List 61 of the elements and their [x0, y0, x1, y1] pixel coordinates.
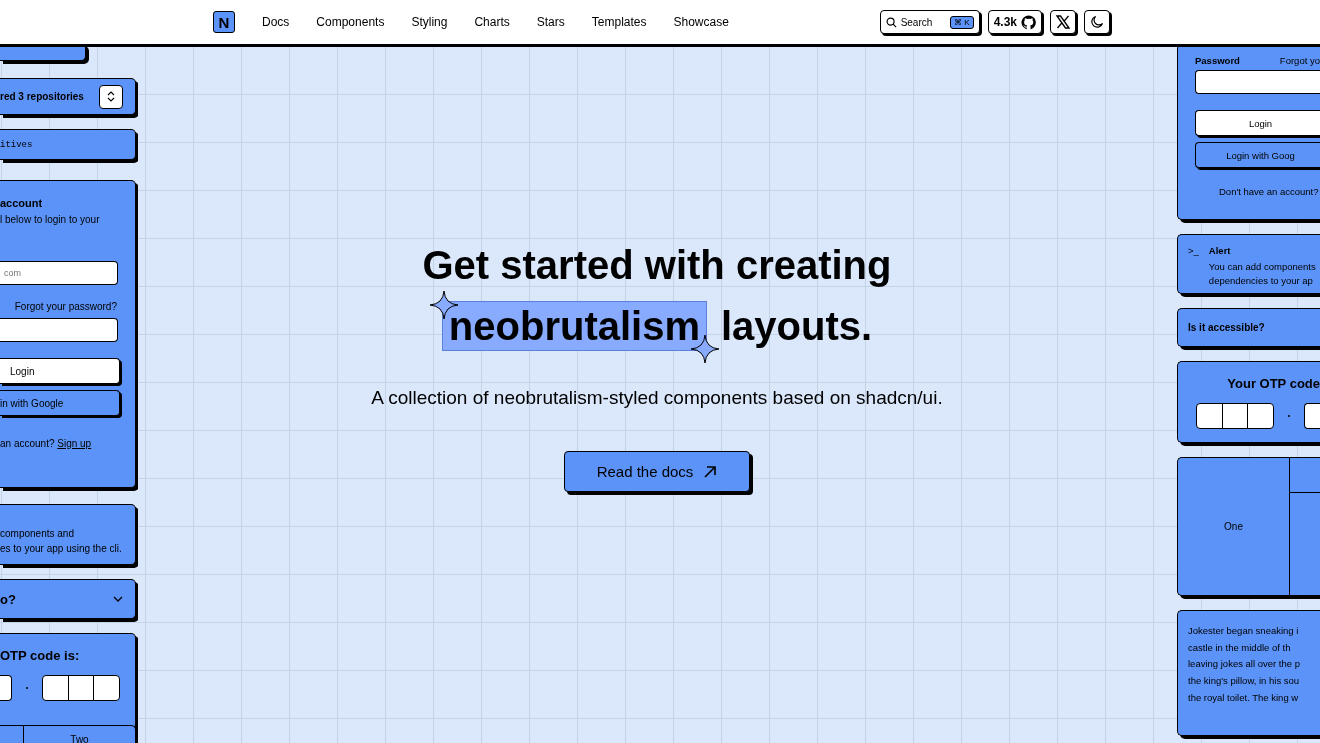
cat-logo-icon	[1021, 14, 1036, 30]
nav-link[interactable]: Charts	[474, 15, 510, 29]
chevron-down-icon	[113, 596, 123, 602]
search-button[interactable]: Search ⌘ K	[879, 10, 980, 34]
login-button[interactable]: Login	[0, 358, 120, 384]
card-title: account	[0, 197, 44, 209]
x-logo-button[interactable]	[1050, 10, 1076, 34]
email-field[interactable]: com	[0, 261, 118, 285]
read-docs-button[interactable]: Read the docs	[564, 451, 750, 492]
collapsible-item: itives	[0, 139, 33, 150]
panel-label: One	[1224, 521, 1243, 532]
nav-link[interactable]: Styling	[411, 15, 448, 29]
password-label: Password	[1195, 55, 1240, 66]
otp-slot[interactable]	[42, 675, 69, 701]
otp-slot[interactable]	[93, 675, 120, 701]
login-button[interactable]: Login	[1195, 110, 1320, 136]
signup-prompt: an account? Sign up	[0, 438, 93, 449]
nav-link[interactable]: Components	[316, 15, 385, 29]
search-label: Search	[900, 16, 933, 28]
nav-link[interactable]: Docs	[262, 15, 290, 29]
story-text: Jokester began sneaking i castle in the middle of th leaving jokes all over the p the king's pillow, in his sou the royal toilet. The king w	[1188, 624, 1300, 705]
password-field[interactable]	[1195, 70, 1320, 94]
otp-title: Your OTP code	[1227, 376, 1320, 391]
alert-text: You can add components dependencies to your ap	[1208, 260, 1316, 288]
google-login-button[interactable]: Login with Goog	[1195, 142, 1320, 168]
card-description: l below to login to your	[0, 214, 101, 227]
accordion-question[interactable]: o?	[0, 591, 16, 607]
shortcut-badge: ⌘ K	[950, 15, 974, 29]
panel-label: Two	[69, 733, 90, 743]
password-field[interactable]	[0, 318, 118, 342]
nav-link[interactable]: Templates	[591, 15, 647, 29]
forgot-password-link[interactable]: Forgot yo	[1279, 55, 1320, 66]
theme-toggle-button[interactable]	[1084, 10, 1110, 34]
otp-slot[interactable]	[1247, 403, 1274, 429]
terminal-prompt: >_	[1188, 245, 1199, 258]
hero-subtitle: A collection of neobrutalism-styled components based on shadcn/ui.	[371, 387, 943, 409]
nav-link[interactable]: Showcase	[673, 15, 729, 29]
forgot-password-link[interactable]: Forgot your password?	[0, 301, 123, 312]
select-label: red 3 repositories	[0, 91, 84, 102]
alert-text: components and es to your app using the cli.	[0, 527, 122, 556]
otp-slot[interactable]	[1304, 403, 1320, 429]
otp-slot[interactable]	[0, 675, 12, 701]
otp-title: OTP code is:	[0, 648, 81, 663]
moon-icon	[1090, 15, 1104, 29]
accordion-question[interactable]: Is it accessible?	[1188, 322, 1265, 333]
hero-title-end: layouts.	[721, 304, 873, 348]
signup-prompt: Don't have an account?	[1218, 186, 1320, 197]
hero-title: Get started with creating	[422, 243, 892, 287]
search-icon	[885, 16, 897, 28]
nav-link[interactable]: Stars	[536, 15, 565, 29]
star-count: 4.3k	[993, 15, 1017, 29]
google-login-button[interactable]: in with Google	[0, 390, 120, 416]
alert-title: Alert	[1208, 245, 1232, 256]
otp-slot[interactable]	[1196, 403, 1223, 429]
sort-toggle-button[interactable]	[99, 84, 123, 109]
logo[interactable]: N	[213, 11, 235, 33]
x-logo-icon	[1056, 15, 1070, 29]
github-button[interactable]: 4.3k	[987, 10, 1042, 34]
up-down-chevron-icon	[107, 91, 115, 102]
arrow-up-right-icon	[703, 464, 718, 479]
signup-link[interactable]: Sign up	[57, 438, 92, 449]
